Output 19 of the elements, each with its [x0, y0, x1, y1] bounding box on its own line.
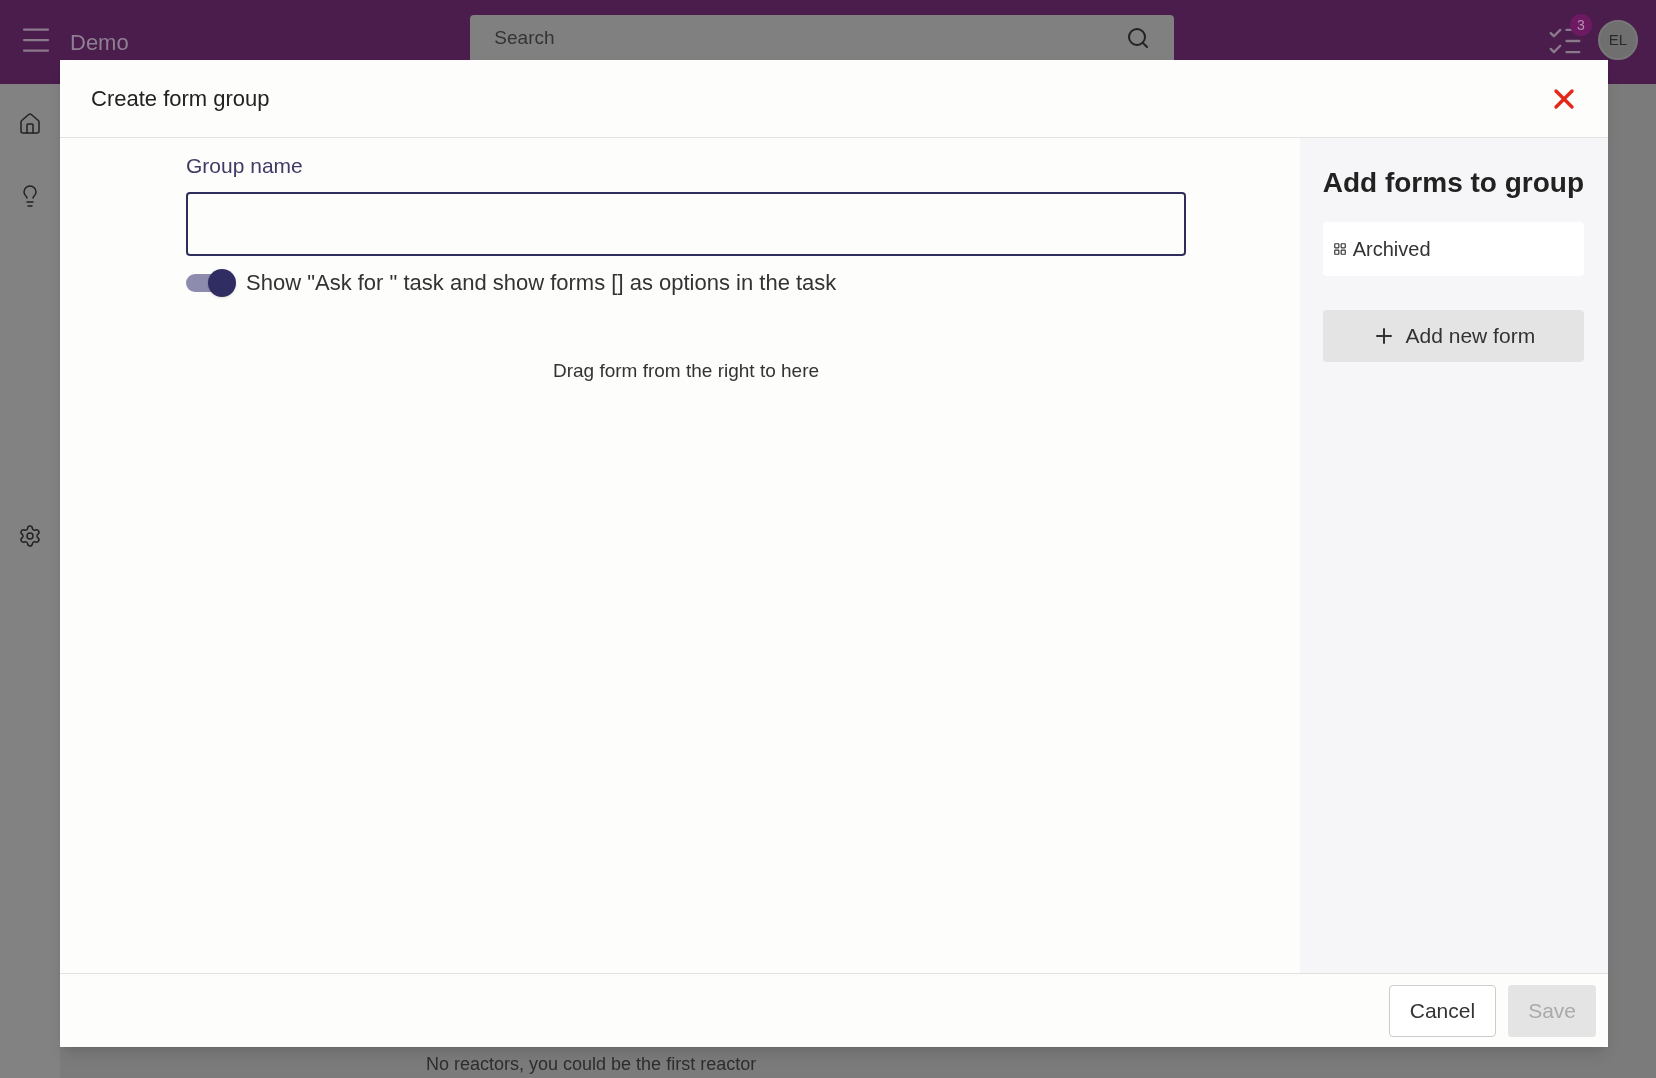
group-name-field[interactable] [186, 191, 1186, 256]
field-label: Group name [186, 153, 304, 179]
toggle-switch[interactable] [186, 268, 236, 296]
grid-icon [1332, 242, 1347, 256]
search-icon[interactable] [1126, 26, 1151, 50]
dialog-title: Create form group [91, 85, 270, 113]
dialog-button[interactable]: Cancel [1388, 984, 1497, 1037]
form-item[interactable]: Archived [1322, 222, 1584, 276]
form-name: Archived [1352, 237, 1431, 262]
notification-badge: 3 [1570, 14, 1592, 36]
drop-hint: Drag form from the right to here [551, 358, 821, 383]
search-field[interactable]: Search [470, 15, 1175, 61]
home-icon[interactable] [18, 112, 42, 136]
toggle-label: Show "Ask for " task and show forms [] as options in the task [246, 268, 837, 297]
add-form-button[interactable]: Add new form [1322, 310, 1584, 362]
app-brand: Demo [70, 29, 129, 57]
panel-title: Add forms to group [1322, 166, 1584, 200]
empty-reactions-text: No reactors, you could be the first reactor [426, 1054, 758, 1074]
settings-icon[interactable] [18, 524, 42, 548]
